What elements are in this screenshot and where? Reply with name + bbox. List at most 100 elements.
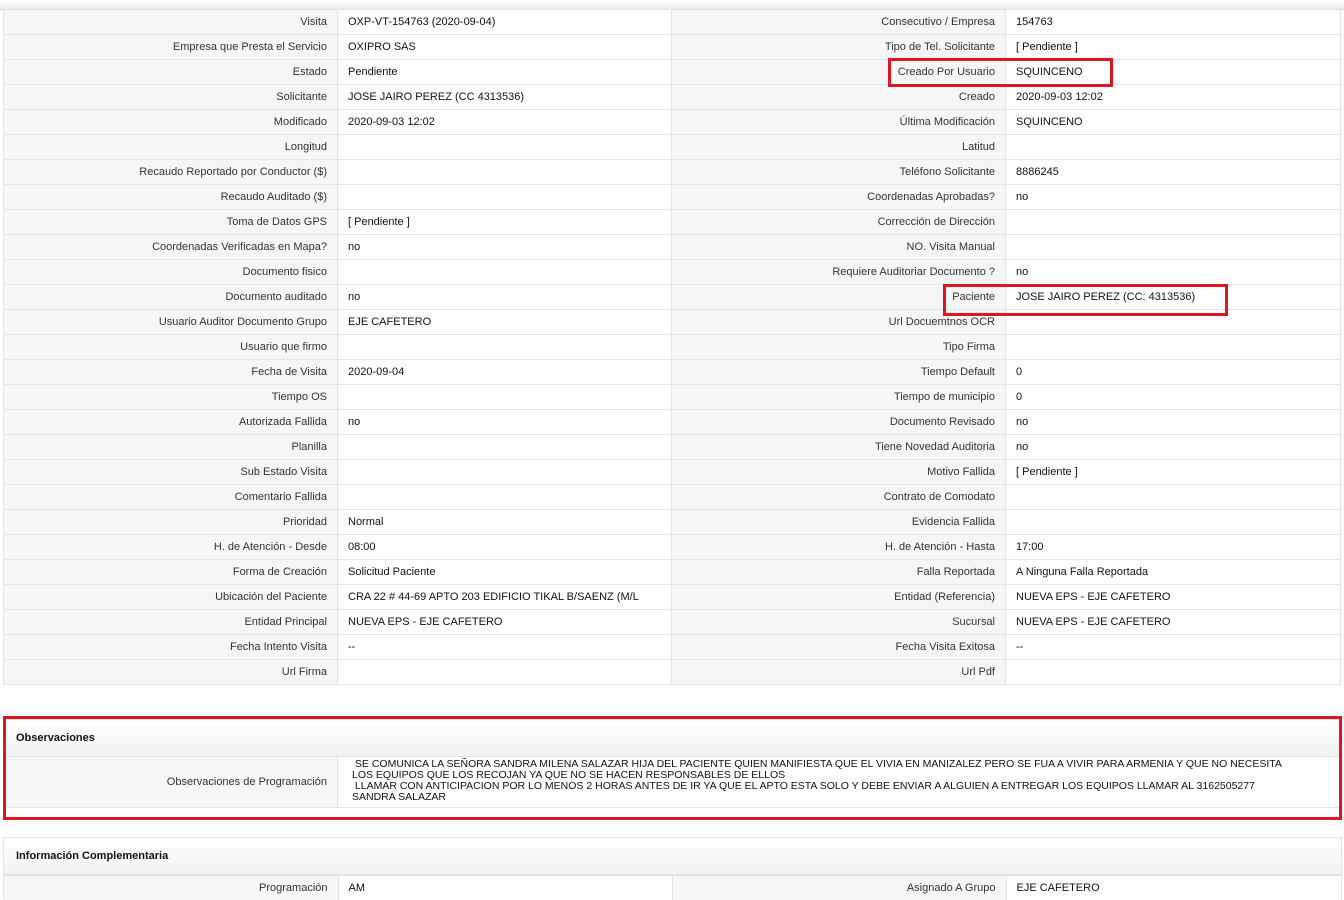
field-label: Fecha Intento Visita — [4, 635, 338, 660]
field-label: Tipo de Tel. Solicitante — [672, 35, 1006, 60]
field-value — [338, 460, 672, 485]
field-value: CRA 22 # 44-69 APTO 203 EDIFICIO TIKAL B… — [338, 585, 672, 610]
informacion-complementaria-title: Información Complementaria — [4, 838, 1341, 875]
table-row: Longitud Latitud — [4, 135, 1341, 160]
field-label: Paciente — [672, 285, 1006, 310]
field-value: EJE CAFETERO — [1006, 876, 1341, 900]
field-label: Url Pdf — [672, 660, 1006, 685]
field-value: Normal — [338, 510, 672, 535]
field-value: [ Pendiente ] — [338, 210, 672, 235]
field-value: [ Pendiente ] — [1006, 35, 1341, 60]
table-row: Tiempo OS Tiempo de municipio0 — [4, 385, 1341, 410]
field-label: Prioridad — [4, 510, 338, 535]
field-value — [1006, 660, 1341, 685]
field-value — [338, 435, 672, 460]
field-label: Entidad (Referencia) — [672, 585, 1006, 610]
field-value — [1006, 210, 1341, 235]
field-label: Requiere Auditoriar Documento ? — [672, 260, 1006, 285]
field-value: EJE CAFETERO — [338, 310, 672, 335]
field-value: NUEVA EPS - EJE CAFETERO — [1006, 585, 1341, 610]
table-row: Entidad PrincipalNUEVA EPS - EJE CAFETER… — [4, 610, 1341, 635]
table-row: Fecha Intento Visita--Fecha Visita Exito… — [4, 635, 1341, 660]
field-value: 2020-09-03 12:02 — [338, 110, 672, 135]
field-value — [1006, 310, 1341, 335]
field-label: Recaudo Reportado por Conductor ($) — [4, 160, 338, 185]
table-row: Recaudo Reportado por Conductor ($) Teléf… — [4, 160, 1341, 185]
field-value — [338, 185, 672, 210]
table-row: Empresa que Presta el ServicioOXIPRO SAS… — [4, 35, 1341, 60]
field-label: Tipo Firma — [672, 335, 1006, 360]
table-row: Modificado2020-09-03 12:02Última Modific… — [4, 110, 1341, 135]
field-value — [1006, 335, 1341, 360]
field-value: no — [338, 235, 672, 260]
table-row: Sub Estado VisitaMotivo Fallida[ Pendien… — [4, 460, 1341, 485]
observaciones-label: Observaciones de Programación — [4, 757, 338, 807]
field-value — [338, 385, 672, 410]
field-label: Longitud — [4, 135, 338, 160]
table-row: H. de Atención - Desde08:00H. de Atenció… — [4, 535, 1341, 560]
field-label: Url Firma — [4, 660, 338, 685]
field-value — [338, 335, 672, 360]
field-label: Falla Reportada — [672, 560, 1006, 585]
field-value: -- — [338, 635, 672, 660]
field-label: Visita — [4, 10, 338, 35]
field-value: NUEVA EPS - EJE CAFETERO — [1006, 610, 1341, 635]
field-value: 0 — [1006, 385, 1341, 410]
field-value — [1006, 235, 1341, 260]
field-label: Evidencia Fallida — [672, 510, 1006, 535]
observaciones-title: Observaciones — [4, 720, 1341, 757]
field-value: 8886245 — [1006, 160, 1341, 185]
field-label: Fecha de Visita — [4, 360, 338, 385]
field-label: Forma de Creación — [4, 560, 338, 585]
field-label: Sub Estado Visita — [4, 460, 338, 485]
field-label: Asignado A Grupo — [672, 876, 1006, 900]
field-value: 0 — [1006, 360, 1341, 385]
field-label: Ubicación del Paciente — [4, 585, 338, 610]
field-value: OXP-VT-154763 (2020-09-04) — [338, 10, 672, 35]
field-value: 154763 — [1006, 10, 1341, 35]
field-label: Empresa que Presta el Servicio — [4, 35, 338, 60]
field-value — [338, 135, 672, 160]
field-value: no — [1006, 260, 1341, 285]
visit-details-table: VisitaOXP-VT-154763 (2020-09-04)Consecut… — [3, 9, 1341, 685]
table-row: Forma de CreaciónSolicitud PacienteFalla… — [4, 560, 1341, 585]
table-row: Programación AM Asignado A Grupo EJE CAF… — [4, 876, 1341, 900]
field-label: Programación — [4, 876, 338, 900]
field-value: SQUINCENO — [1006, 110, 1341, 135]
field-label: Toma de Datos GPS — [4, 210, 338, 235]
field-label: Tiempo de municipio — [672, 385, 1006, 410]
field-label: H. de Atención - Desde — [4, 535, 338, 560]
field-label: Tiempo Default — [672, 360, 1006, 385]
field-label: Contrato de Comodato — [672, 485, 1006, 510]
field-label: Comentario Fallida — [4, 485, 338, 510]
field-label: Latitud — [672, 135, 1006, 160]
field-label: Creado Por Usuario — [672, 60, 1006, 85]
table-row: EstadoPendienteCreado Por UsuarioSQUINCE… — [4, 60, 1341, 85]
field-label: Última Modificación — [672, 110, 1006, 135]
field-value: no — [338, 410, 672, 435]
observaciones-value: SE COMUNICA LA SEÑORA SANDRA MILENA SALA… — [338, 757, 1292, 807]
field-value: Pendiente — [338, 60, 672, 85]
field-label: Motivo Fallida — [672, 460, 1006, 485]
field-label: Teléfono Solicitante — [672, 160, 1006, 185]
field-label: Documento auditado — [4, 285, 338, 310]
field-label: Creado — [672, 85, 1006, 110]
table-row: Recaudo Auditado ($)Coordenadas Aprobada… — [4, 185, 1341, 210]
field-label: Usuario Auditor Documento Grupo — [4, 310, 338, 335]
table-row: Coordenadas Verificadas en Mapa? noNO. V… — [4, 235, 1341, 260]
table-row: PlanillaTiene Novedad Auditoria no — [4, 435, 1341, 460]
field-label: H. de Atención - Hasta — [672, 535, 1006, 560]
field-value: NUEVA EPS - EJE CAFETERO — [338, 610, 672, 635]
field-label: Corrección de Dirección — [672, 210, 1006, 235]
field-label: Tiempo OS — [4, 385, 338, 410]
field-value — [1006, 485, 1341, 510]
field-label: NO. Visita Manual — [672, 235, 1006, 260]
field-label: Sucursal — [672, 610, 1006, 635]
field-value: 08:00 — [338, 535, 672, 560]
field-value: AM — [338, 876, 672, 900]
field-label: Fecha Visita Exitosa — [672, 635, 1006, 660]
field-value: Solicitud Paciente — [338, 560, 672, 585]
table-row: PrioridadNormalEvidencia Fallida — [4, 510, 1341, 535]
table-row: Ubicación del PacienteCRA 22 # 44-69 APT… — [4, 585, 1341, 610]
field-label: Solicitante — [4, 85, 338, 110]
